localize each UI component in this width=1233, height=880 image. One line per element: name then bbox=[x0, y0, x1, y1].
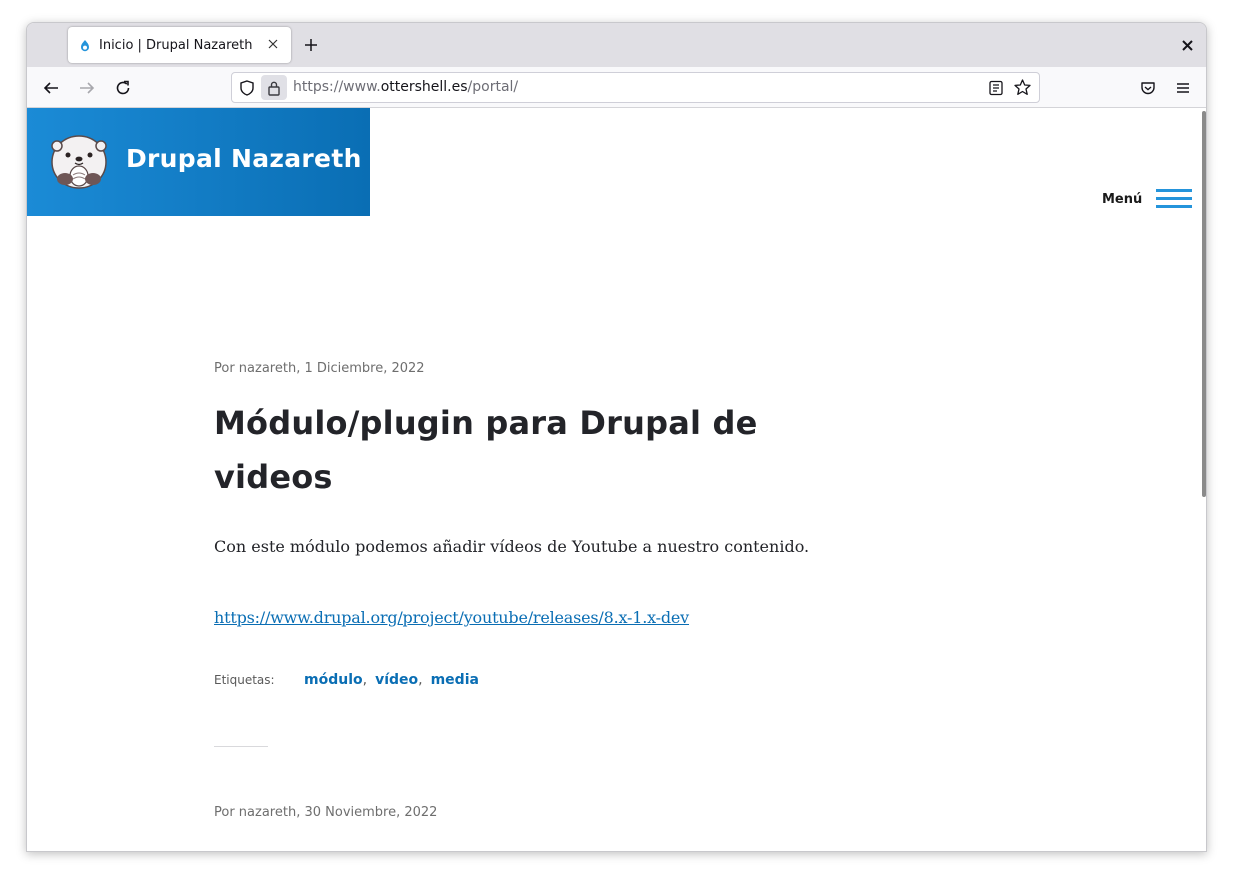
article-body: Con este módulo podemos añadir vídeos de… bbox=[214, 537, 810, 556]
back-arrow-icon[interactable] bbox=[39, 76, 63, 100]
lock-icon[interactable] bbox=[261, 75, 287, 100]
url-host: ottershell.es bbox=[380, 79, 468, 95]
tag-link[interactable]: módulo bbox=[304, 672, 363, 688]
reload-icon[interactable] bbox=[111, 76, 135, 100]
url-prefix: https://www. bbox=[293, 79, 381, 95]
article-title[interactable]: Módulo/plugin para Drupal de videos bbox=[214, 396, 854, 504]
web-page: Drupal Nazareth Menú Por nazareth, 1 Dic… bbox=[27, 108, 1206, 851]
url-path: /portal/ bbox=[467, 79, 519, 95]
tag-separator: , bbox=[418, 672, 423, 688]
tag-link[interactable]: vídeo bbox=[375, 672, 418, 688]
pocket-icon[interactable] bbox=[1136, 76, 1160, 100]
site-name[interactable]: Drupal Nazareth bbox=[126, 144, 362, 173]
article-meta: Por nazareth, 1 Diciembre, 2022 bbox=[214, 361, 425, 376]
otter-logo-icon[interactable] bbox=[49, 131, 109, 191]
tag-link[interactable]: media bbox=[431, 672, 479, 688]
navigation-toolbar: https://www.ottershell.es/portal/ bbox=[27, 67, 1206, 108]
tracking-shield-icon[interactable] bbox=[238, 79, 256, 97]
menu-label: Menú bbox=[1102, 191, 1143, 207]
app-menu-icon[interactable] bbox=[1171, 76, 1195, 100]
window-close-icon[interactable] bbox=[1178, 36, 1196, 54]
reader-view-icon[interactable] bbox=[987, 79, 1005, 97]
tag-separator: , bbox=[362, 672, 368, 688]
tab-title: Inicio | Drupal Nazareth bbox=[99, 37, 253, 53]
article-meta-2: Por nazareth, 30 Noviembre, 2022 bbox=[214, 805, 438, 820]
bookmark-star-icon[interactable] bbox=[1013, 78, 1032, 97]
url-bar[interactable]: https://www.ottershell.es/portal/ bbox=[231, 72, 1040, 103]
drupal-favicon-icon bbox=[78, 38, 92, 52]
tab-close-icon[interactable] bbox=[265, 36, 281, 52]
article-1: Por nazareth, 1 Diciembre, 2022 Módulo/p… bbox=[214, 361, 854, 688]
main-menu-toggle[interactable]: Menú bbox=[1102, 186, 1193, 212]
tags-label: Etiquetas: bbox=[214, 673, 275, 687]
page-scrollbar[interactable] bbox=[1202, 111, 1206, 497]
article-link[interactable]: https://www.drupal.org/project/youtube/r… bbox=[214, 608, 689, 627]
new-tab-plus-icon[interactable] bbox=[301, 35, 321, 55]
tab-inicio[interactable]: Inicio | Drupal Nazareth bbox=[68, 27, 291, 63]
tab-strip: Inicio | Drupal Nazareth bbox=[27, 23, 1206, 67]
article-divider bbox=[214, 746, 268, 747]
site-branding[interactable]: Drupal Nazareth bbox=[27, 108, 370, 216]
browser-window: Inicio | Drupal Nazareth https://www.ott… bbox=[26, 22, 1207, 852]
hamburger-icon[interactable] bbox=[1156, 189, 1193, 209]
forward-arrow-icon[interactable] bbox=[75, 76, 99, 100]
article-tags: Etiquetas: módulo, vídeo, media bbox=[214, 672, 854, 688]
url-text[interactable]: https://www.ottershell.es/portal/ bbox=[293, 79, 518, 95]
